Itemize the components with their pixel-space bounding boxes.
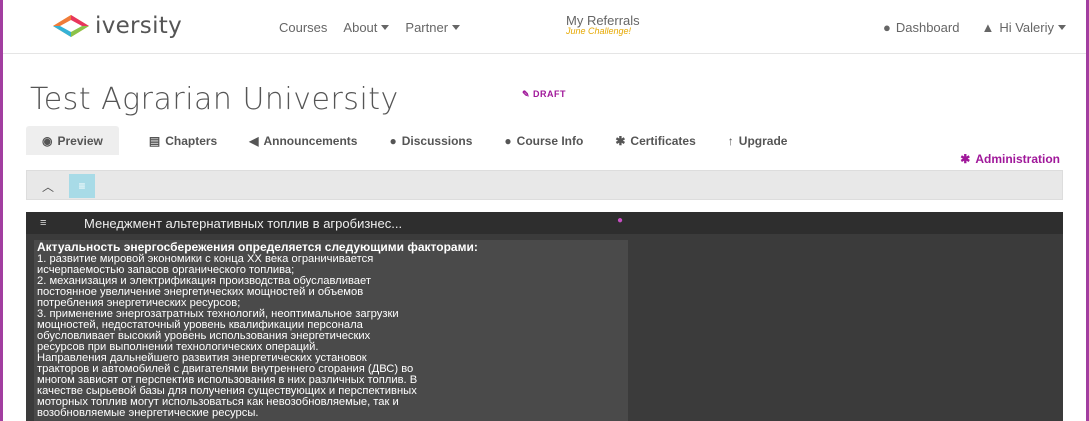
tab-label: Discussions <box>401 133 473 148</box>
user-menu[interactable]: ▲ Hi Valeriy <box>981 20 1066 35</box>
tab-label: Chapters <box>165 133 218 148</box>
logo-icon <box>53 15 89 37</box>
info-icon: ● <box>504 133 512 148</box>
text-line: ресурсов при выполнении технологических … <box>37 340 319 353</box>
text-line: возобновляемые энергетические ресурсы. <box>37 406 259 419</box>
nav-about[interactable]: About <box>343 20 390 35</box>
referrals-challenge: June Challenge! <box>566 26 632 36</box>
tab-upgrade[interactable]: ↑ Upgrade <box>712 126 804 155</box>
administration-label: Administration <box>975 152 1060 166</box>
text-lead: Актуальность энергосбережения определяет… <box>37 240 478 254</box>
text-line: 2. механизация и электрификация производ… <box>37 274 371 287</box>
arrow-up-icon: ↑ <box>727 133 734 148</box>
text-line: качестве сырьевой базы для получения сущ… <box>37 384 417 397</box>
panel-header[interactable]: ≡ Менеджмент альтернативных топлив в агр… <box>26 212 1063 234</box>
list-view-button[interactable]: ≡ <box>69 174 95 198</box>
nav-referrals[interactable]: My Referrals June Challenge! <box>566 13 640 37</box>
main-nav: Courses About Partner <box>279 20 476 35</box>
tab-course-info[interactable]: ● Course Info <box>488 126 599 155</box>
tab-preview[interactable]: ◉ Preview <box>26 126 119 155</box>
text-line: 1. развитие мировой экономики с конца XX… <box>37 252 374 265</box>
text-line: потребления энергетических ресурсов; <box>37 296 241 309</box>
content-panel: ≡ Менеджмент альтернативных топлив в агр… <box>26 212 1063 421</box>
wrench-icon: ✎ <box>522 89 534 99</box>
nav-partner-label: Partner <box>405 20 449 35</box>
caret-down-icon <box>452 25 461 30</box>
administration-link[interactable]: ✱ Administration <box>960 152 1060 166</box>
user-label: Hi Valeriy <box>999 20 1054 35</box>
nav-courses[interactable]: Courses <box>279 20 327 35</box>
bullhorn-icon: ◀ <box>249 133 259 148</box>
text-block[interactable]: Актуальность энергосбережения определяет… <box>34 240 628 421</box>
options-icon[interactable]: ● <box>617 215 623 226</box>
nav-dashboard[interactable]: ● Dashboard <box>883 20 959 35</box>
text-line: 3. применение энергозатратных технологий… <box>37 307 399 320</box>
text-line: исчерпаемостью запасов органического топ… <box>37 263 295 276</box>
film-icon: ▤ <box>148 133 161 148</box>
dashboard-label: Dashboard <box>895 20 960 35</box>
caret-down-icon <box>1058 25 1066 30</box>
text-line: обусловливает высокий уровень использова… <box>37 329 371 342</box>
editor-toolbar: ︿ ≡ <box>26 170 1063 200</box>
chevron-up-icon: ︿ <box>41 179 54 194</box>
nav-about-label: About <box>343 20 378 35</box>
dashboard-icon: ● <box>882 20 891 35</box>
list-icon: ≡ <box>78 179 86 193</box>
tab-label: Preview <box>57 133 103 148</box>
brand-name: iversity <box>95 13 183 39</box>
comment-icon: ● <box>389 133 397 148</box>
course-title: Test Agrarian University <box>30 82 399 117</box>
user-nav: ● Dashboard ▲ Hi Valeriy <box>861 20 1066 35</box>
user-icon: ▲ <box>981 20 995 35</box>
text-line: Направления дальнейшего развития энергет… <box>37 351 367 364</box>
tab-certificates[interactable]: ✱ Certificates <box>599 126 711 155</box>
text-line: многом зависят от перспектив использован… <box>37 373 418 386</box>
nav-partner[interactable]: Partner <box>405 20 461 35</box>
referrals-label: My Referrals <box>566 13 640 28</box>
tab-label: Announcements <box>263 133 358 148</box>
brand-logo[interactable]: iversity <box>51 13 182 39</box>
panel-title: Менеджмент альтернативных топлив в агроб… <box>84 216 403 231</box>
list-icon: ≡ <box>40 217 47 229</box>
tab-discussions[interactable]: ● Discussions <box>373 126 488 155</box>
tab-label: Certificates <box>630 133 696 148</box>
text-line: тракторов и автомобилей с двигателями вн… <box>37 362 414 375</box>
top-navbar: iversity Courses About Partner My Referr… <box>3 0 1086 54</box>
tab-chapters[interactable]: ▤ Chapters <box>133 126 233 155</box>
draft-label: DRAFT <box>533 89 567 99</box>
text-line: моторных топлив могут использоваться как… <box>37 395 399 408</box>
eye-icon: ◉ <box>42 133 53 148</box>
course-tabs: ◉ Preview ▤ Chapters ◀ Announcements ● Discu… <box>26 126 803 155</box>
tab-announcements[interactable]: ◀ Announcements <box>233 126 373 155</box>
text-line: мощностей, недостаточный уровень квалифи… <box>37 318 363 331</box>
tab-label: Course Info <box>516 133 584 148</box>
caret-down-icon <box>381 25 390 30</box>
collapse-button[interactable]: ︿ <box>35 174 61 198</box>
gear-icon: ✱ <box>960 152 971 166</box>
text-line: постоянное увеличение энергетических мощ… <box>37 285 364 298</box>
draft-badge[interactable]: ✎ DRAFT <box>522 89 566 100</box>
tab-label: Upgrade <box>738 133 788 148</box>
certificate-icon: ✱ <box>615 133 626 148</box>
